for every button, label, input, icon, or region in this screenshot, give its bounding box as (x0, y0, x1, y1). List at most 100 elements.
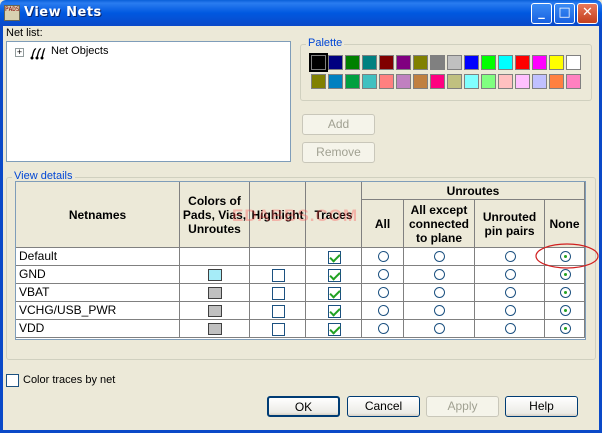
header-unroutes[interactable]: Unroutes (362, 182, 585, 200)
palette-swatch[interactable] (309, 53, 328, 72)
table-cell (306, 248, 362, 266)
palette-swatch[interactable] (345, 55, 360, 70)
expand-icon[interactable]: + (15, 48, 24, 57)
palette-swatch[interactable] (447, 55, 462, 70)
unroutes-all-except-radio[interactable] (434, 269, 445, 280)
net-color-swatch[interactable] (208, 269, 222, 281)
palette-swatch[interactable] (345, 74, 360, 89)
table-cell (475, 284, 545, 302)
unroutes-unrouted-radio[interactable] (505, 251, 516, 262)
palette-swatch[interactable] (515, 74, 530, 89)
traces-checkbox[interactable] (328, 323, 341, 336)
table-cell (404, 320, 475, 338)
unroutes-all-radio[interactable] (378, 305, 389, 316)
palette-swatch[interactable] (379, 55, 394, 70)
traces-checkbox[interactable] (328, 305, 341, 318)
remove-button[interactable]: Remove (302, 142, 375, 163)
cancel-button[interactable]: Cancel (347, 396, 420, 417)
table-cell (475, 302, 545, 320)
help-button[interactable]: Help (505, 396, 578, 417)
highlight-checkbox[interactable] (272, 323, 285, 336)
close-button[interactable]: ✕ (577, 3, 598, 24)
unroutes-all-except-radio[interactable] (434, 305, 445, 316)
highlight-checkbox[interactable] (272, 269, 285, 282)
table-cell (362, 320, 404, 338)
netlist-tree[interactable]: + Net Objects (6, 41, 291, 162)
palette-swatch[interactable] (566, 55, 581, 70)
header-netnames[interactable]: Netnames (16, 182, 180, 248)
tree-item-net-objects[interactable]: Net Objects (51, 45, 108, 57)
unroutes-none-radio[interactable] (560, 287, 571, 298)
palette-swatch[interactable] (396, 74, 411, 89)
palette-swatch[interactable] (549, 55, 564, 70)
unroutes-unrouted-radio[interactable] (505, 287, 516, 298)
palette-swatch[interactable] (430, 55, 445, 70)
unroutes-none-radio[interactable] (560, 323, 571, 334)
traces-checkbox[interactable] (328, 287, 341, 300)
palette-swatch[interactable] (515, 55, 530, 70)
maximize-button[interactable]: □ (554, 3, 575, 24)
palette-swatch[interactable] (464, 55, 479, 70)
palette-swatch[interactable] (481, 55, 496, 70)
unroutes-unrouted-radio[interactable] (505, 269, 516, 280)
palette-swatch[interactable] (532, 74, 547, 89)
highlight-checkbox[interactable] (272, 305, 285, 318)
table-cell (475, 320, 545, 338)
table-cell: VBAT (16, 284, 180, 302)
unroutes-unrouted-radio[interactable] (505, 323, 516, 334)
unroutes-none-radio[interactable] (560, 305, 571, 316)
unroutes-all-radio[interactable] (378, 287, 389, 298)
table-cell (180, 320, 250, 338)
palette-swatch[interactable] (430, 74, 445, 89)
palette-swatch[interactable] (532, 55, 547, 70)
net-color-swatch[interactable] (208, 305, 222, 317)
table-cell (180, 266, 250, 284)
color-traces-checkbox[interactable] (6, 374, 19, 387)
header-all[interactable]: All (362, 200, 404, 248)
table-cell (545, 320, 585, 338)
unroutes-all-except-radio[interactable] (434, 323, 445, 334)
palette-swatch[interactable] (566, 74, 581, 89)
table-cell (250, 302, 306, 320)
palette-swatch[interactable] (464, 74, 479, 89)
palette-swatch[interactable] (549, 74, 564, 89)
table-cell (180, 248, 250, 266)
unroutes-all-except-radio[interactable] (434, 251, 445, 262)
title-bar[interactable]: PADS View Nets _ □ ✕ (0, 0, 602, 26)
traces-checkbox[interactable] (328, 251, 341, 264)
netname-text: Default (19, 249, 58, 263)
highlight-checkbox[interactable] (272, 287, 285, 300)
net-color-swatch[interactable] (208, 323, 222, 335)
minimize-button[interactable]: _ (531, 3, 552, 24)
palette-swatch[interactable] (413, 55, 428, 70)
palette-swatch[interactable] (498, 55, 513, 70)
maximize-icon: □ (558, 5, 571, 20)
app-icon: PADS (4, 5, 20, 21)
minimize-icon: _ (538, 5, 545, 20)
palette-swatch[interactable] (498, 74, 513, 89)
netname-text: VCHG/USB_PWR (19, 303, 117, 317)
palette-swatch[interactable] (362, 55, 377, 70)
palette-swatch[interactable] (447, 74, 462, 89)
unroutes-all-except-radio[interactable] (434, 287, 445, 298)
add-button[interactable]: Add (302, 114, 375, 135)
palette-swatch[interactable] (396, 55, 411, 70)
traces-checkbox[interactable] (328, 269, 341, 282)
palette-swatch[interactable] (379, 74, 394, 89)
palette-label: Palette (306, 37, 345, 49)
palette-swatch[interactable] (328, 74, 343, 89)
unroutes-unrouted-radio[interactable] (505, 305, 516, 316)
net-details-grid[interactable]: Netnames Colors of Pads, Vias, Unroutes … (15, 181, 586, 340)
palette-swatch[interactable] (328, 55, 343, 70)
unroutes-all-radio[interactable] (378, 269, 389, 280)
unroutes-all-radio[interactable] (378, 251, 389, 262)
header-all-except[interactable]: All except connected to plane (404, 200, 475, 248)
palette-swatch[interactable] (362, 74, 377, 89)
net-color-swatch[interactable] (208, 287, 222, 299)
palette-swatch[interactable] (311, 74, 326, 89)
palette-swatch[interactable] (413, 74, 428, 89)
unroutes-all-radio[interactable] (378, 323, 389, 334)
apply-button[interactable]: Apply (426, 396, 499, 417)
ok-button[interactable]: OK (267, 396, 340, 417)
palette-swatch[interactable] (481, 74, 496, 89)
